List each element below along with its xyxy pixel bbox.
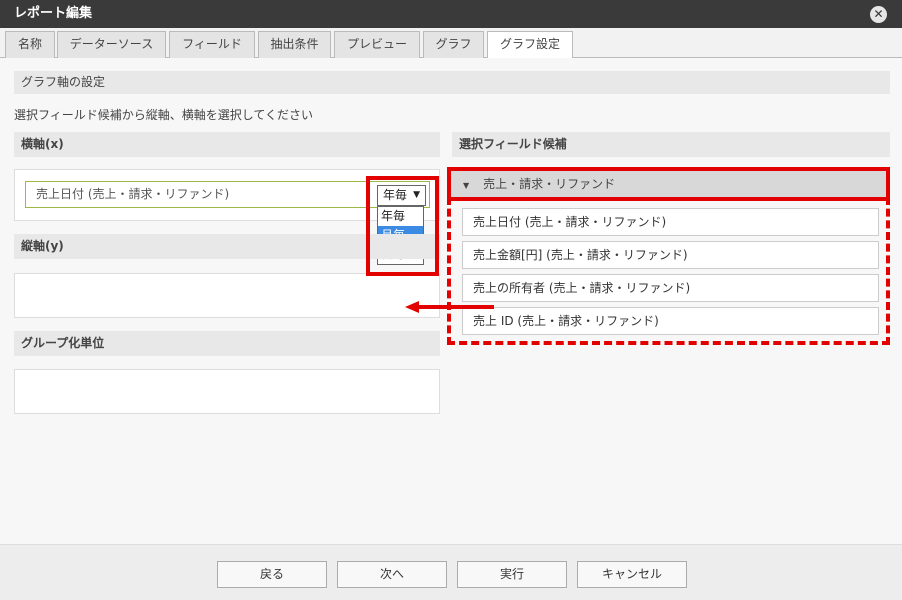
annotation-arrow-head-icon	[405, 301, 419, 313]
x-axis-label: 横軸(x)	[14, 132, 440, 157]
y-axis-dropzone[interactable]	[14, 273, 440, 318]
axis-settings-header: グラフ軸の設定	[14, 71, 890, 94]
tab-filter[interactable]: 抽出条件	[258, 31, 331, 58]
candidates-label: 選択フィールド候補	[452, 132, 890, 157]
cancel-button[interactable]: キャンセル	[577, 561, 687, 588]
back-button[interactable]: 戻る	[217, 561, 327, 588]
instruction-text: 選択フィールド候補から縦軸、横軸を選択してください	[14, 108, 314, 122]
next-button[interactable]: 次へ	[337, 561, 447, 588]
annotation-box-dropdown	[366, 176, 439, 276]
close-icon[interactable]: ✕	[870, 6, 887, 23]
tab-datasource[interactable]: データーソース	[57, 31, 166, 58]
tab-bar: 名称 データーソース フィールド 抽出条件 プレビュー グラフ グラフ設定	[0, 28, 902, 59]
annotation-box-group-header	[447, 167, 890, 201]
annotation-dashed-box-fields	[447, 197, 890, 345]
footer-bar: 戻る 次へ 実行 キャンセル	[0, 544, 902, 600]
tab-name[interactable]: 名称	[5, 31, 55, 58]
tab-preview[interactable]: プレビュー	[334, 31, 420, 58]
group-unit-label: グループ化単位	[14, 331, 440, 356]
annotation-arrow-line	[418, 305, 494, 309]
run-button[interactable]: 実行	[457, 561, 567, 588]
window-titlebar: レポート編集 ✕	[0, 0, 902, 28]
tab-graph[interactable]: グラフ	[423, 31, 484, 58]
group-unit-dropzone[interactable]	[14, 369, 440, 414]
tab-fields[interactable]: フィールド	[169, 31, 255, 58]
tab-graph-settings[interactable]: グラフ設定	[487, 31, 573, 59]
window-title: レポート編集	[14, 6, 93, 21]
